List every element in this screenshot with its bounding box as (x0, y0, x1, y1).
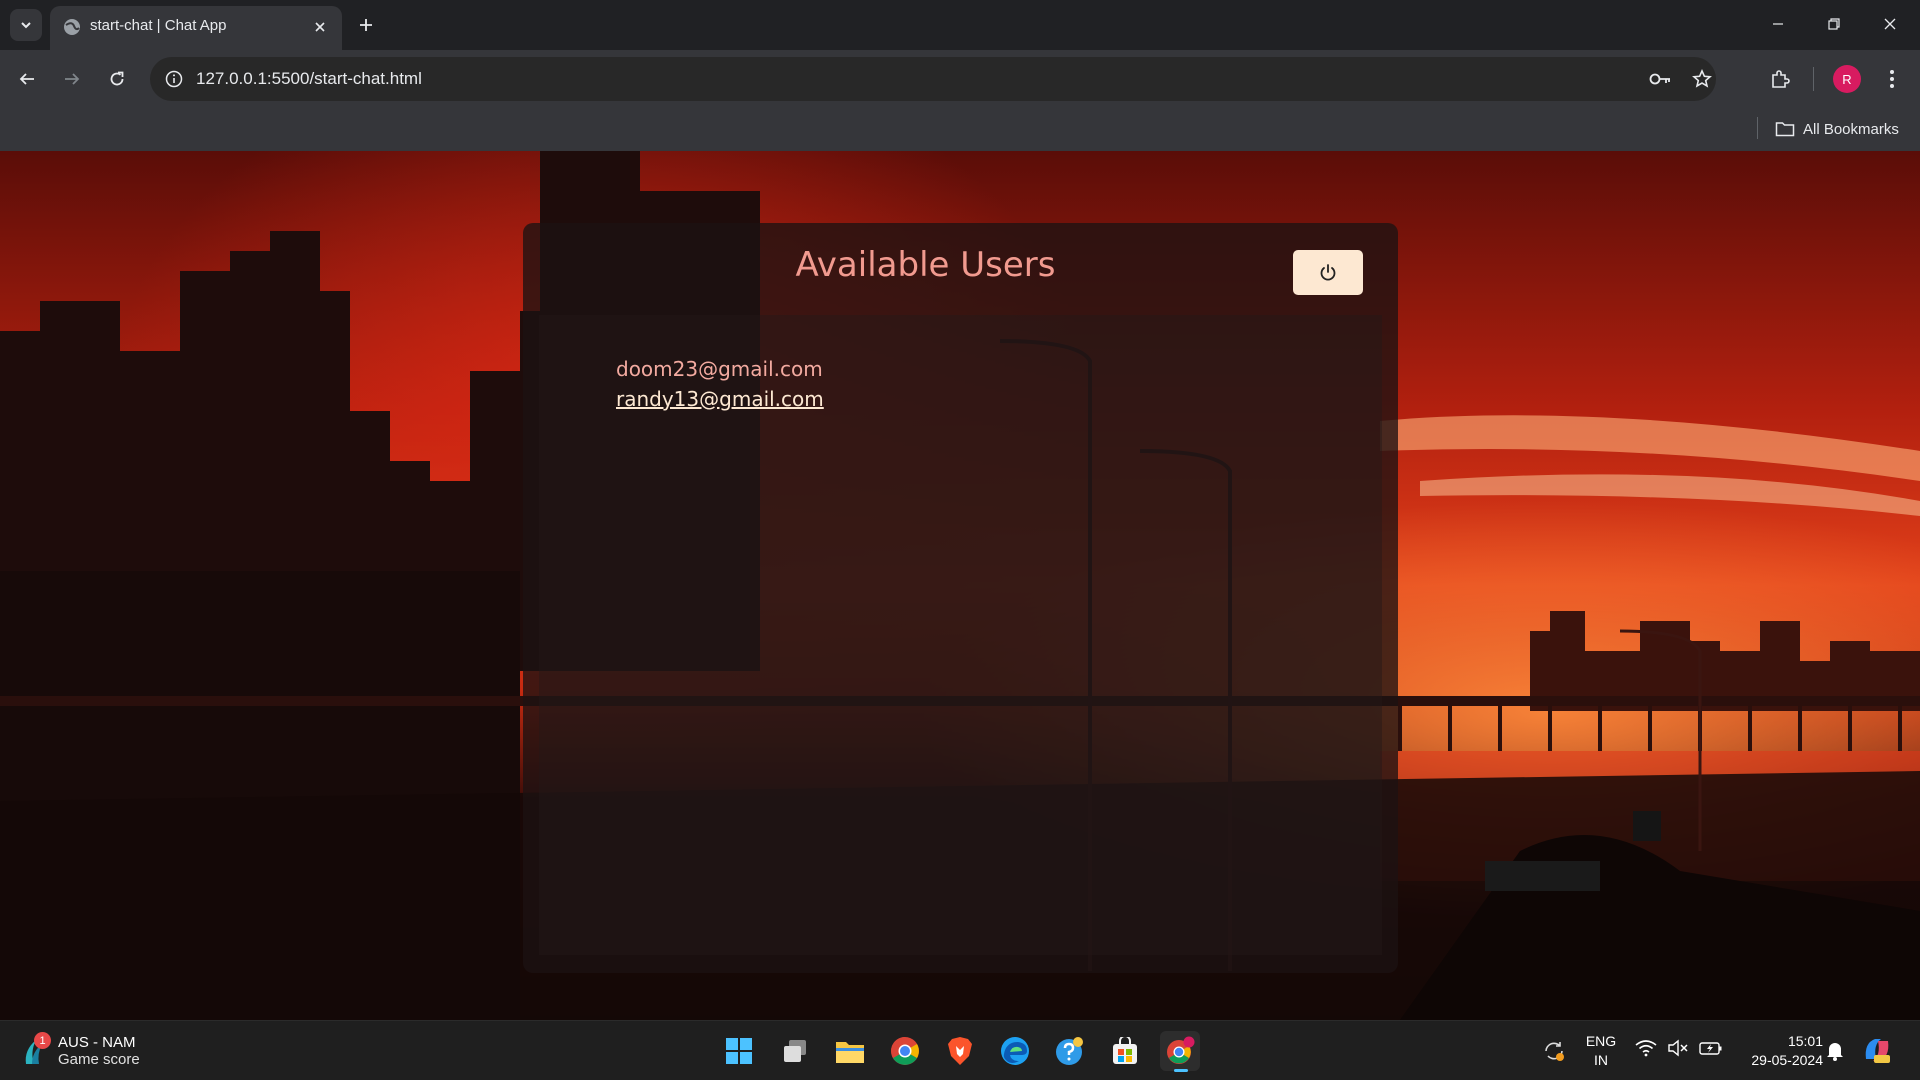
chevron-down-icon (21, 22, 31, 29)
back-button[interactable] (9, 61, 45, 97)
minimize-icon (1773, 23, 1783, 25)
logout-button[interactable] (1293, 250, 1363, 295)
page-title: Available Users (795, 245, 1056, 285)
all-bookmarks-button[interactable]: All Bookmarks (1775, 116, 1899, 142)
notification-badge: 1 (34, 1032, 51, 1049)
chrome-profile-button[interactable] (1160, 1031, 1200, 1072)
reload-icon (110, 71, 124, 86)
url-text: 127.0.0.1:5500/start-chat.html (196, 69, 422, 88)
cricket-icon: 1 (22, 1032, 51, 1066)
score-widget[interactable]: 1 AUS - NAM Game score (22, 1029, 140, 1073)
windows-start-icon (726, 1038, 752, 1064)
tray-status-group[interactable] (1635, 1039, 1723, 1057)
star-icon (1692, 69, 1712, 88)
sync-icon (1545, 1042, 1564, 1061)
widget-subtitle: Game score (58, 1051, 140, 1068)
help-icon (1056, 1037, 1083, 1065)
user-item[interactable]: doom23@gmail.com (616, 357, 823, 381)
users-list: doom23@gmail.com randy13@gmail.com (539, 315, 1382, 955)
file-explorer-button[interactable] (830, 1031, 870, 1071)
info-icon (165, 70, 183, 88)
chrome-profile-icon (1167, 1036, 1195, 1064)
key-icon (1649, 73, 1670, 85)
store-icon (1113, 1037, 1137, 1064)
arrow-left-icon (19, 73, 34, 85)
language-indicator[interactable]: ENG IN (1583, 1032, 1619, 1070)
forward-button[interactable] (54, 61, 90, 97)
copilot-icon (1865, 1039, 1890, 1063)
help-button[interactable] (1050, 1031, 1090, 1071)
restore-button[interactable] (1806, 6, 1862, 42)
close-icon (1884, 18, 1896, 30)
browser-tab[interactable]: start-chat | Chat App (50, 6, 342, 50)
kebab-menu-icon (1890, 70, 1894, 88)
chrome-button[interactable] (885, 1031, 925, 1071)
notifications-button[interactable] (1826, 1041, 1844, 1065)
chrome-icon (891, 1037, 919, 1065)
widget-title: AUS - NAM (58, 1034, 136, 1051)
passwords-button[interactable] (1642, 61, 1678, 97)
speaker-muted-icon (1668, 1039, 1688, 1057)
edge-icon (1001, 1037, 1029, 1065)
site-info-button[interactable] (158, 63, 190, 95)
wifi-icon (1635, 1040, 1657, 1057)
close-tab-button[interactable] (308, 15, 332, 39)
tab-search-button[interactable] (10, 9, 42, 41)
profile-avatar[interactable]: R (1833, 65, 1861, 93)
store-button[interactable] (1105, 1031, 1145, 1071)
clock-date: 29-05-2024 (1751, 1052, 1823, 1068)
clock[interactable]: 15:01 29-05-2024 (1733, 1032, 1823, 1070)
plus-icon (360, 19, 372, 31)
minimize-button[interactable] (1750, 6, 1806, 42)
bell-icon (1827, 1043, 1843, 1061)
bookmark-star-button[interactable] (1684, 61, 1720, 97)
task-view-button[interactable] (775, 1031, 815, 1071)
edge-button[interactable] (995, 1031, 1035, 1071)
extensions-button[interactable] (1762, 61, 1798, 97)
available-users-panel: Available Users doom23@gmail.com randy13… (523, 223, 1398, 973)
language-line2: IN (1594, 1052, 1608, 1068)
globe-icon (64, 19, 80, 35)
page-viewport: Available Users doom23@gmail.com randy13… (0, 151, 1920, 1020)
close-window-button[interactable] (1862, 6, 1918, 42)
bookmarks-divider (1757, 117, 1758, 139)
copilot-button[interactable] (1862, 1035, 1892, 1069)
active-indicator (1174, 1069, 1188, 1072)
tab-title: start-chat | Chat App (90, 17, 227, 34)
brave-icon (948, 1037, 972, 1065)
clock-time: 15:01 (1787, 1033, 1823, 1049)
menu-button[interactable] (1874, 61, 1910, 97)
tab-strip: start-chat | Chat App (0, 0, 1920, 50)
close-icon (315, 22, 325, 32)
start-button[interactable] (719, 1031, 759, 1071)
taskbar: 1 AUS - NAM Game score ENG IN 15:01 29-0… (0, 1020, 1920, 1080)
power-icon (1320, 263, 1336, 281)
address-bar[interactable]: 127.0.0.1:5500/start-chat.html (150, 57, 1716, 101)
language-line1: ENG (1585, 1033, 1617, 1049)
sync-button[interactable] (1534, 1031, 1574, 1071)
puzzle-icon (1772, 70, 1790, 88)
new-tab-button[interactable] (350, 9, 382, 41)
brave-button[interactable] (940, 1031, 980, 1071)
battery-icon (1699, 1042, 1722, 1055)
browser-toolbar: 127.0.0.1:5500/start-chat.html R (0, 50, 1920, 108)
user-link[interactable]: randy13@gmail.com (616, 387, 824, 411)
task-view-icon (784, 1040, 806, 1062)
reload-button[interactable] (99, 61, 135, 97)
toolbar-divider (1813, 67, 1814, 91)
all-bookmarks-label: All Bookmarks (1803, 120, 1899, 138)
restore-icon (1828, 18, 1840, 30)
folder-icon (836, 1042, 864, 1063)
bookmarks-bar: All Bookmarks (0, 108, 1920, 151)
folder-icon (1775, 122, 1795, 137)
arrow-right-icon (65, 73, 80, 85)
